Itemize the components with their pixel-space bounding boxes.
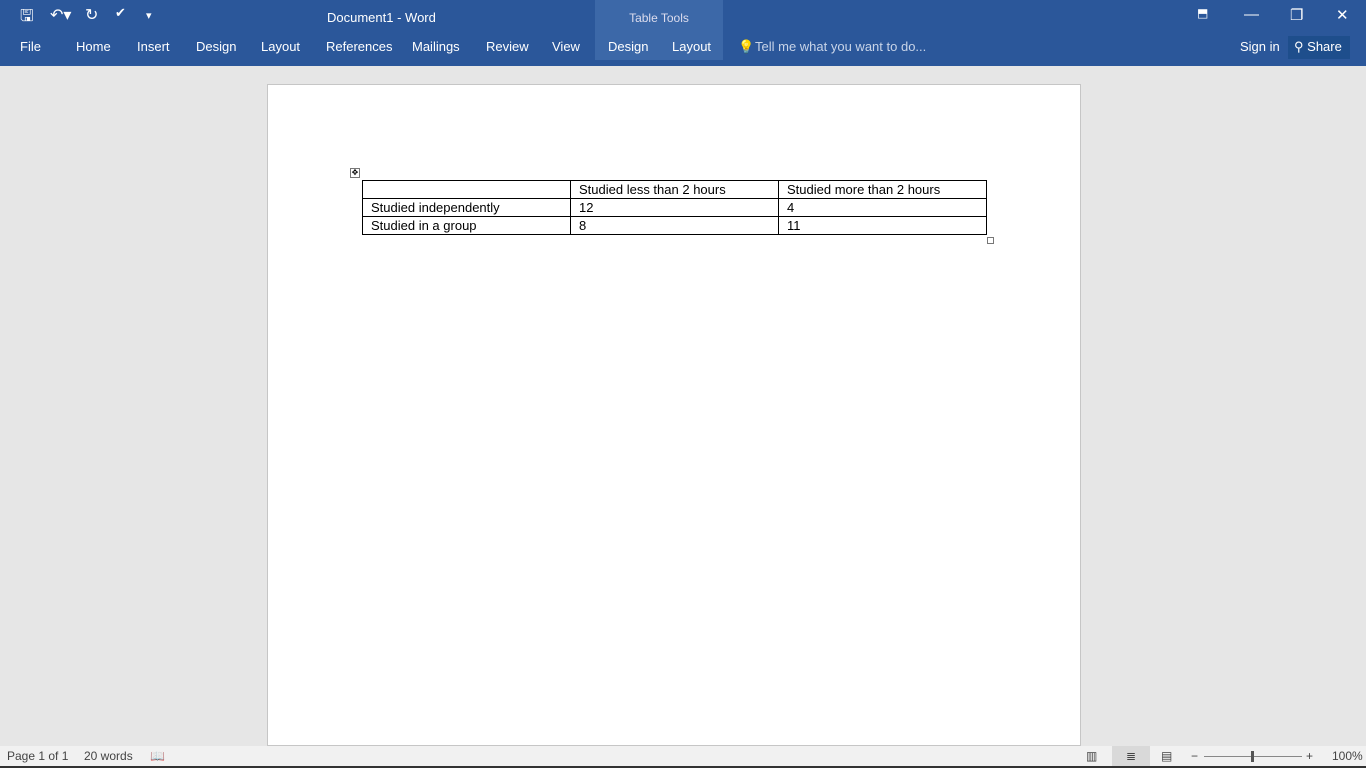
status-bar: Page 1 of 1 20 words 📖 ▥ ≣ ▤ − + 100% bbox=[0, 746, 1366, 768]
table-cell[interactable]: 8 bbox=[570, 216, 779, 235]
tab-home[interactable]: Home bbox=[76, 39, 111, 54]
table-resize-handle[interactable] bbox=[987, 237, 994, 244]
customize-qat-icon[interactable]: ▾ bbox=[146, 9, 152, 22]
tab-design[interactable]: Design bbox=[196, 39, 236, 54]
table-move-handle-icon[interactable]: ✥ bbox=[350, 168, 360, 178]
table-cell[interactable]: 11 bbox=[778, 216, 987, 235]
tab-layout[interactable]: Layout bbox=[261, 39, 300, 54]
page-count[interactable]: Page 1 of 1 bbox=[7, 749, 68, 763]
tab-table-design[interactable]: Design bbox=[608, 39, 648, 54]
tab-table-layout[interactable]: Layout bbox=[672, 39, 711, 54]
zoom-level[interactable]: 100% bbox=[1332, 749, 1363, 763]
table-tools-label: Table Tools bbox=[629, 11, 689, 25]
person-add-icon: ⚲ bbox=[1294, 39, 1304, 54]
share-button[interactable]: ⚲ Share bbox=[1288, 36, 1350, 59]
document-page[interactable]: ✥ Studied less than 2 hours Studied more … bbox=[267, 84, 1081, 746]
tab-references[interactable]: References bbox=[326, 39, 392, 54]
zoom-slider-thumb[interactable] bbox=[1251, 751, 1254, 762]
zoom-in-button[interactable]: + bbox=[1306, 749, 1313, 763]
tell-me-input[interactable]: Tell me what you want to do... bbox=[755, 39, 926, 54]
ribbon-display-icon[interactable]: ⬒ bbox=[1197, 6, 1208, 20]
table-row: Studied in a group 8 11 bbox=[362, 216, 987, 235]
restore-button[interactable]: ❐ bbox=[1290, 6, 1303, 24]
table-cell[interactable]: Studied more than 2 hours bbox=[778, 180, 987, 199]
redo-icon[interactable]: ↻ bbox=[85, 5, 98, 25]
table-cell[interactable]: 12 bbox=[570, 198, 779, 217]
print-layout-icon[interactable]: ≣ bbox=[1112, 746, 1150, 766]
save-icon[interactable]: 🖫 bbox=[20, 5, 34, 32]
table-cell[interactable]: Studied independently bbox=[362, 198, 571, 217]
close-button[interactable]: ✕ bbox=[1336, 6, 1349, 24]
web-layout-icon[interactable]: ▤ bbox=[1161, 749, 1172, 763]
undo-icon[interactable]: ↶▾ bbox=[50, 5, 71, 25]
tab-insert[interactable]: Insert bbox=[137, 39, 170, 54]
table-row: Studied less than 2 hours Studied more th… bbox=[362, 180, 987, 199]
tab-view[interactable]: View bbox=[552, 39, 580, 54]
window-title: Document1 - Word bbox=[327, 10, 436, 25]
table-cell[interactable]: Studied less than 2 hours bbox=[570, 180, 779, 199]
data-table[interactable]: Studied less than 2 hours Studied more th… bbox=[362, 180, 987, 235]
zoom-out-button[interactable]: − bbox=[1191, 749, 1198, 763]
tab-file[interactable]: File bbox=[20, 39, 41, 54]
table-row: Studied independently 12 4 bbox=[362, 198, 987, 217]
tab-mailings[interactable]: Mailings bbox=[412, 39, 460, 54]
share-label: Share bbox=[1307, 39, 1342, 54]
table-cell[interactable]: Studied in a group bbox=[362, 216, 571, 235]
lightbulb-icon: 💡 bbox=[738, 39, 755, 54]
word-count[interactable]: 20 words bbox=[84, 749, 133, 763]
spelling-icon[interactable]: ✔ bbox=[115, 5, 126, 21]
proofing-icon[interactable]: 📖 bbox=[150, 749, 165, 763]
table-cell[interactable] bbox=[362, 180, 571, 199]
tab-review[interactable]: Review bbox=[486, 39, 529, 54]
sign-in-link[interactable]: Sign in bbox=[1240, 39, 1280, 54]
read-mode-icon[interactable]: ▥ bbox=[1086, 749, 1097, 763]
table-cell[interactable]: 4 bbox=[778, 198, 987, 217]
minimize-button[interactable]: — bbox=[1244, 6, 1259, 23]
title-bar: 🖫 ↶▾ ↻ ✔ ▾ Document1 - Word Table Tools … bbox=[0, 0, 1366, 66]
